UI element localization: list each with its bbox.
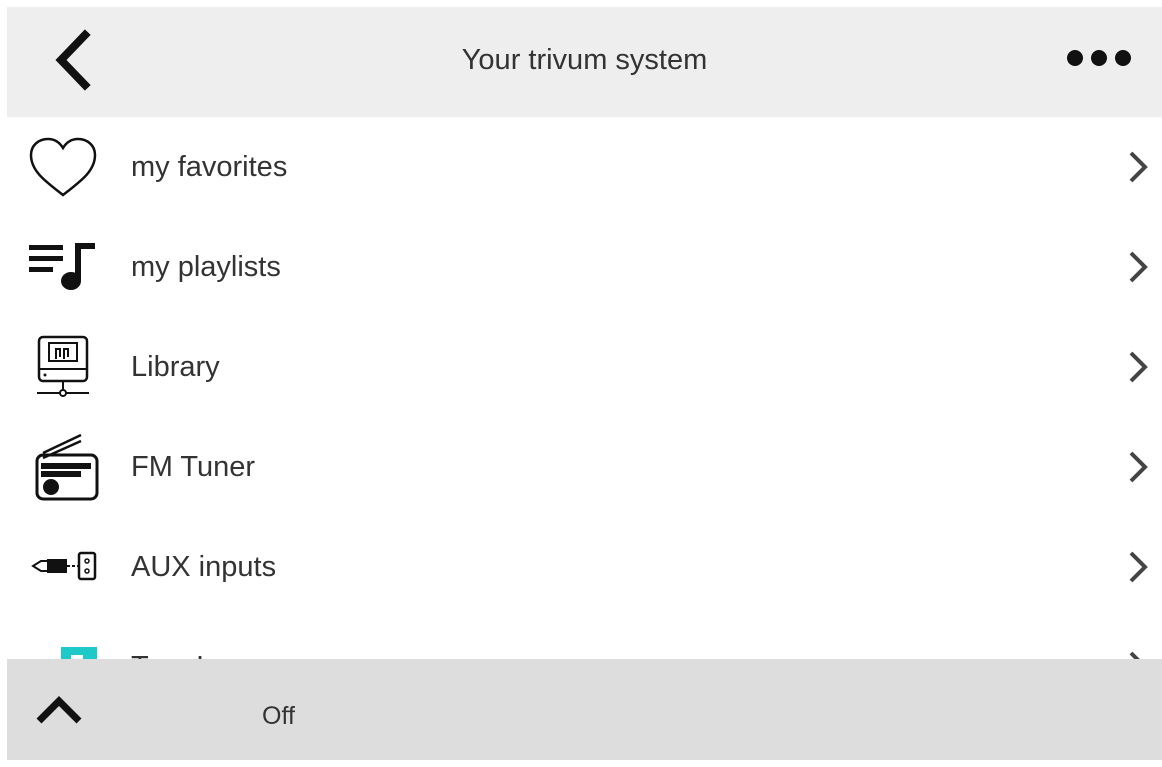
- playback-status: Off: [262, 702, 295, 730]
- page-title: Your trivum system: [461, 44, 708, 76]
- chevron-right-icon: [1122, 349, 1152, 385]
- list-item-label: FM Tuner: [131, 451, 256, 483]
- list-item-favorites[interactable]: my favorites: [7, 117, 1162, 217]
- list-item-label: Library: [131, 351, 220, 383]
- library-drive-icon: [25, 333, 101, 401]
- chevron-right-icon: [1122, 549, 1152, 585]
- chevron-right-icon: [1122, 249, 1152, 285]
- aux-input-icon: [25, 533, 101, 601]
- chevron-up-icon: [36, 696, 82, 724]
- list-item-fm-tuner[interactable]: FM Tuner: [7, 417, 1162, 517]
- heart-icon: [25, 133, 101, 201]
- more-horizontal-icon: [1067, 50, 1131, 66]
- now-playing-bar[interactable]: Off: [7, 659, 1162, 760]
- source-list: my favorites my playlists Library FM Tun…: [7, 117, 1162, 717]
- chevron-right-icon: [1122, 449, 1152, 485]
- list-item-library[interactable]: Library: [7, 317, 1162, 417]
- list-item-aux-inputs[interactable]: AUX inputs: [7, 517, 1162, 617]
- list-item-playlists[interactable]: my playlists: [7, 217, 1162, 317]
- list-item-label: my playlists: [131, 251, 281, 283]
- radio-icon: [25, 433, 101, 501]
- more-options-button[interactable]: [1065, 43, 1135, 73]
- expand-player-button[interactable]: [29, 683, 89, 733]
- playlist-icon: [25, 233, 101, 301]
- top-bar: Your trivum system: [7, 7, 1162, 117]
- list-item-label: AUX inputs: [131, 551, 277, 583]
- list-item-label: my favorites: [131, 151, 288, 183]
- app-frame: Your trivum system my favorites my playl…: [7, 7, 1162, 760]
- chevron-right-icon: [1122, 149, 1152, 185]
